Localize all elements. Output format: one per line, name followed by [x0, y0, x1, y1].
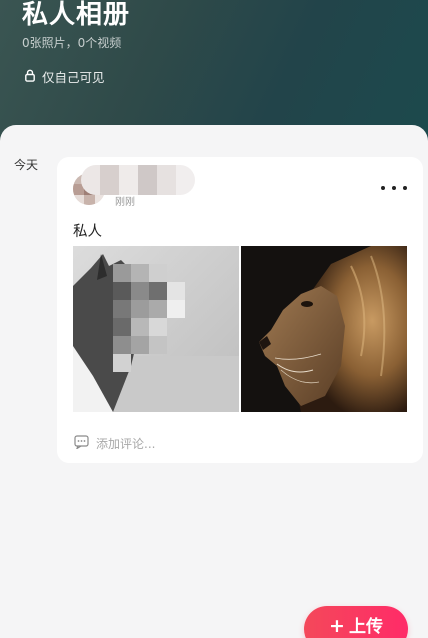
plus-icon: + [329, 615, 345, 637]
date-label: 今天 [14, 158, 39, 172]
post-time: 刚刚 [115, 197, 135, 208]
comment-icon [74, 434, 89, 453]
comment-placeholder: 添加评论... [96, 436, 156, 451]
more-dots-icon [381, 186, 385, 190]
timeline-sheet: 今天 刚刚 私人 添加评论... [0, 125, 428, 638]
private-album-page: 私人相册 0张照片，0个视频 仅自己可见 今天 刚刚 私人 添加评论... + … [0, 0, 428, 638]
lion-profile-photo[interactable] [241, 246, 407, 412]
lock-icon [24, 67, 36, 86]
author-name-redacted [81, 165, 195, 195]
post-card: 刚刚 私人 添加评论... [57, 157, 423, 463]
privacy-label: 仅自己可见 [42, 69, 105, 85]
album-count: 0张照片，0个视频 [22, 36, 122, 50]
upload-button[interactable]: + 上传 [304, 606, 408, 638]
album-title: 私人相册 [22, 0, 131, 30]
post-caption: 私人 [73, 224, 102, 240]
upload-label: 上传 [348, 617, 383, 637]
comment-input[interactable]: 添加评论... [74, 434, 155, 452]
privacy-setting[interactable]: 仅自己可见 [24, 67, 105, 85]
more-button[interactable] [381, 182, 407, 194]
husky-dog-photo[interactable] [73, 246, 239, 412]
photo-grid [73, 246, 407, 412]
